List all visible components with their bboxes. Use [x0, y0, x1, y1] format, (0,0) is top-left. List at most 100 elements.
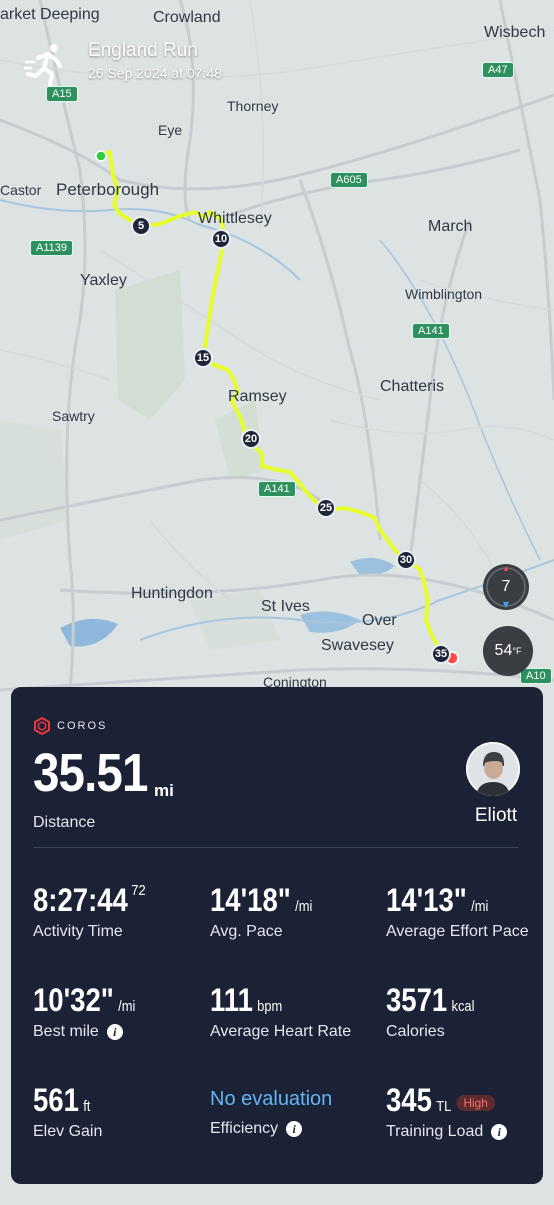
stat-best-mile: 10'32"/mi Best mile i	[33, 982, 152, 1041]
road-a10: A10	[520, 668, 552, 684]
place-whittlesey: Whittlesey	[198, 210, 272, 227]
road-a47: A47	[482, 62, 514, 78]
coros-hexagon-icon	[34, 717, 50, 735]
place-ramsey: Ramsey	[228, 388, 287, 405]
calories-unit: kcal	[451, 998, 475, 1015]
place-eye: Eye	[158, 122, 183, 138]
stat-value: 14'13"/mi	[386, 882, 509, 919]
place-wisbech: Wisbech	[484, 24, 546, 41]
training-load-value: 345	[386, 1082, 432, 1118]
efficiency-label-row: Efficiency i	[210, 1120, 332, 1138]
user-avatar-icon	[466, 742, 520, 796]
avg-pace-label: Avg. Pace	[210, 923, 283, 940]
place-yaxley: Yaxley	[80, 272, 127, 289]
running-icon	[24, 44, 62, 86]
place-crowland: Crowland	[153, 9, 221, 26]
stat-avg-pace: 14'18"/mi Avg. Pace	[210, 882, 329, 941]
avatar[interactable]	[466, 742, 520, 796]
stat-value: 3571 kcal	[386, 982, 474, 1019]
road-a141-south: A141	[258, 481, 296, 497]
heart-rate-label: Average Heart Rate	[210, 1023, 352, 1040]
stat-elev-gain: 561 ft Elev Gain	[33, 1082, 102, 1141]
compass-widget[interactable]: 7	[483, 564, 529, 610]
stat-calories: 3571 kcal Calories	[386, 982, 489, 1041]
calories-value: 3571	[386, 982, 448, 1018]
elev-gain-unit: ft	[83, 1098, 91, 1115]
place-peterborough: Peterborough	[56, 180, 160, 199]
stat-value: 345 TL High	[386, 1082, 495, 1119]
place-swavesey: Swavesey	[321, 637, 394, 654]
stat-value: 10'32"/mi	[33, 982, 135, 1019]
activity-title: England Run	[88, 40, 198, 61]
distance-unit: mi	[154, 781, 174, 800]
stat-heart-rate: 111 bpm Average Heart Rate	[210, 982, 351, 1041]
elev-gain-value: 561	[33, 1082, 79, 1118]
compass-value: 7	[501, 578, 511, 595]
place-thorney: Thorney	[227, 98, 279, 114]
efficiency-value[interactable]: No evaluation	[210, 1082, 332, 1116]
activity-time-value: 8:27:44	[33, 882, 128, 918]
brand-name: COROS	[57, 720, 108, 732]
road-a15: A15	[46, 86, 78, 102]
coros-logo: COROS	[33, 717, 107, 735]
stat-value: 561 ft	[33, 1082, 93, 1119]
activity-datetime: 26 Sep 2024 at 07:48	[88, 65, 222, 81]
activity-summary-card: COROS 35.51 mi Distance Eliott 8:27:44 72…	[11, 687, 543, 1184]
activity-header: England Run 26 Sep 2024 at 07:48	[24, 40, 222, 86]
temperature-unit: °F	[512, 646, 522, 656]
place-sawtry: Sawtry	[52, 408, 95, 424]
road-a1139: A1139	[30, 240, 73, 256]
best-mile-value: 10'32"	[33, 982, 114, 1018]
training-load-label-row: Training Load i	[386, 1123, 508, 1141]
calories-label: Calories	[386, 1023, 445, 1040]
stat-activity-time: 8:27:44 72 Activity Time	[33, 882, 164, 941]
elev-gain-label: Elev Gain	[33, 1123, 103, 1140]
stat-value: 8:27:44 72	[33, 882, 146, 919]
place-huntingdon: Huntingdon	[131, 585, 213, 602]
mile-marker: 25	[316, 498, 336, 518]
distance-label: Distance	[33, 814, 96, 831]
efficiency-label: Efficiency	[210, 1120, 279, 1137]
mile-marker: 35	[431, 644, 451, 664]
place-market-deeping: arket Deeping	[0, 6, 100, 23]
place-wimblington: Wimblington	[405, 286, 483, 302]
mile-marker: 20	[241, 429, 261, 449]
mile-marker: 5	[131, 216, 151, 236]
best-mile-label-row: Best mile i	[33, 1023, 152, 1041]
heart-rate-value: 111	[210, 982, 253, 1018]
user-name[interactable]: Eliott	[466, 805, 526, 827]
place-chatteris: Chatteris	[380, 378, 445, 395]
info-icon[interactable]: i	[106, 1024, 123, 1040]
stat-efficiency: No evaluation Efficiency i	[210, 1082, 332, 1138]
training-load-badge: High	[456, 1094, 495, 1111]
effort-pace-unit: /mi	[471, 898, 489, 915]
stat-value: 111 bpm	[210, 982, 331, 1019]
best-mile-label: Best mile	[33, 1023, 99, 1040]
road-a141-north: A141	[412, 323, 450, 339]
stat-effort-pace: 14'13"/mi Average Effort Pace	[386, 882, 529, 941]
place-castor: Castor	[0, 182, 42, 198]
road-a605: A605	[330, 172, 368, 188]
mile-marker: 10	[211, 229, 231, 249]
mile-marker: 15	[193, 348, 213, 368]
effort-pace-label: Average Effort Pace	[386, 923, 529, 940]
activity-time-fraction: 72	[131, 882, 146, 899]
divider	[33, 847, 519, 848]
info-icon[interactable]: i	[286, 1121, 303, 1137]
place-st-ives: St Ives	[261, 598, 310, 615]
distance-value: 35.51	[33, 743, 148, 803]
best-mile-unit: /mi	[118, 998, 136, 1015]
place-over: Over	[362, 612, 397, 629]
stat-value: 14'18"/mi	[210, 882, 312, 919]
training-load-label: Training Load	[386, 1123, 484, 1140]
place-march: March	[428, 218, 473, 235]
temperature-widget: 54 °F	[483, 626, 533, 676]
info-icon[interactable]: i	[491, 1124, 508, 1140]
activity-time-label: Activity Time	[33, 923, 123, 940]
temperature-value: 54	[494, 642, 513, 659]
effort-pace-value: 14'13"	[386, 882, 467, 918]
training-load-unit: TL	[436, 1098, 452, 1115]
mile-marker: 30	[396, 550, 416, 570]
stat-training-load: 345 TL High Training Load i	[386, 1082, 508, 1141]
avg-pace-unit: /mi	[295, 898, 313, 915]
